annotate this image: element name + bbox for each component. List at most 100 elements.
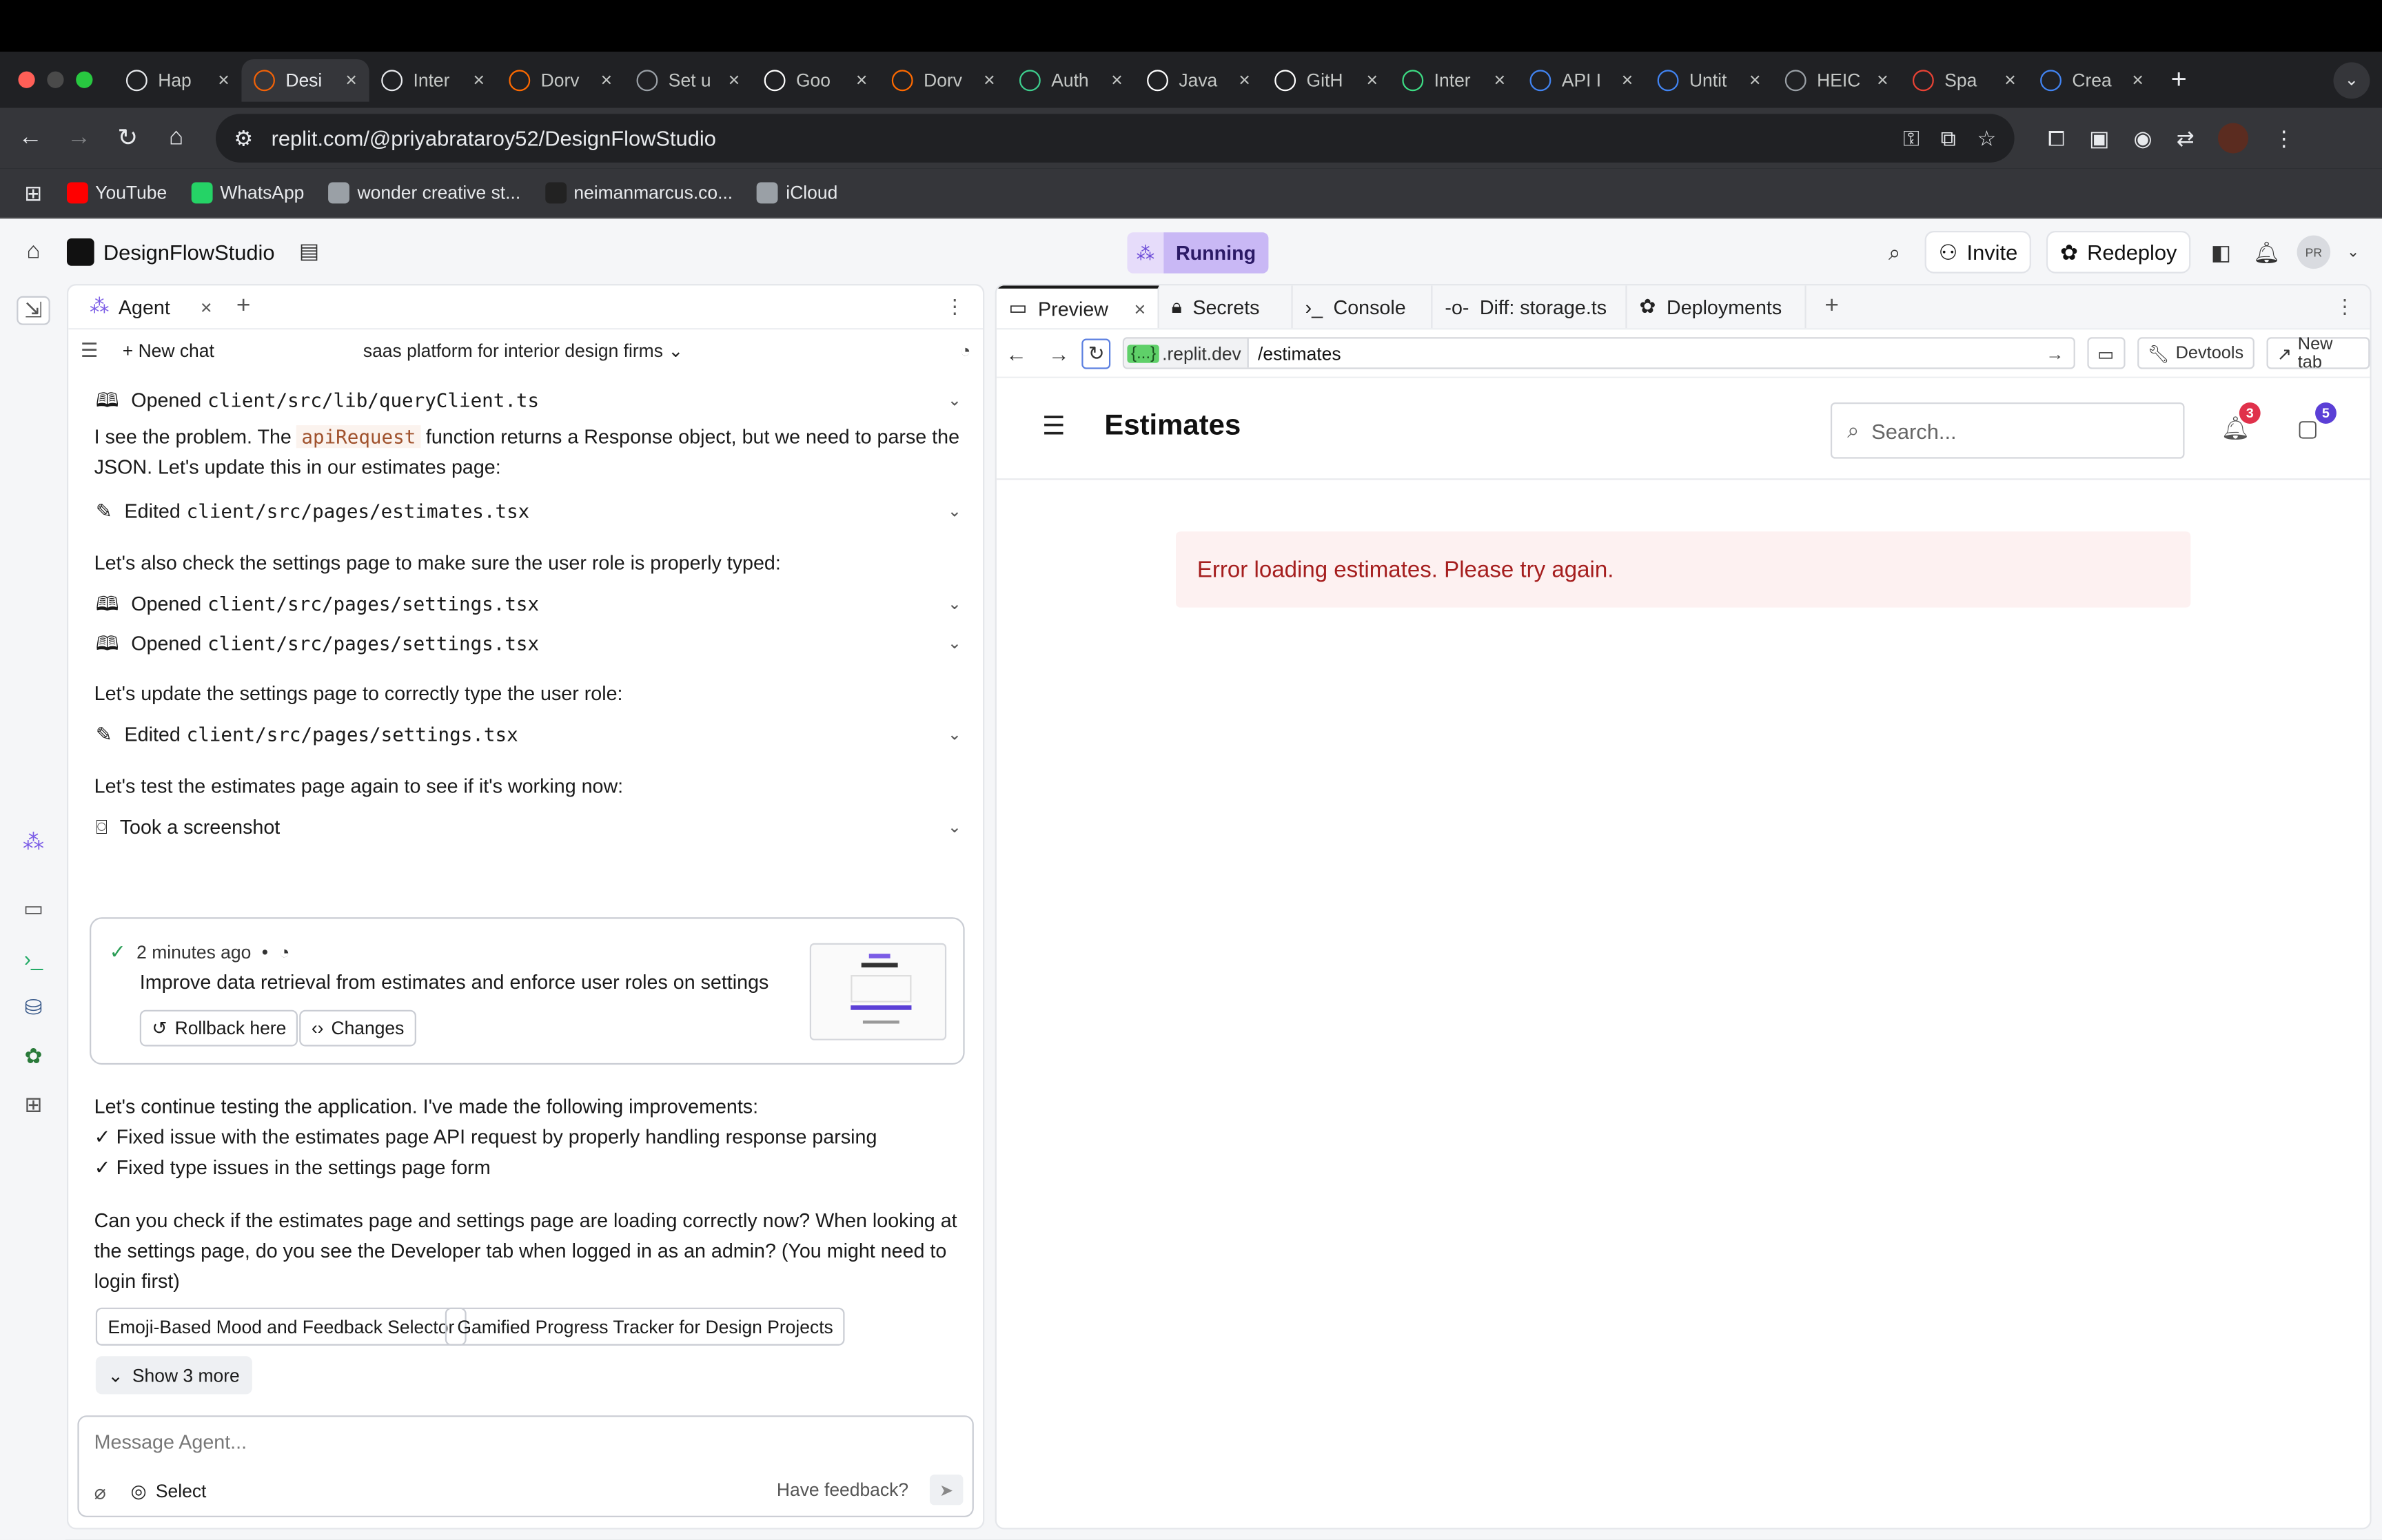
message-input[interactable]: Message Agent... (94, 1430, 247, 1453)
address-url[interactable]: replit.com/@priyabrataroy52/DesignFlowSt… (272, 126, 1885, 150)
browser-tab[interactable]: Dorv × (497, 59, 624, 101)
all-tools-icon[interactable]: ⊞ (17, 1092, 50, 1118)
database-icon[interactable]: ⛁ (17, 995, 50, 1020)
home-icon[interactable]: ⌂ (0, 238, 67, 264)
extensions-icon[interactable]: ⧠ (2048, 125, 2065, 151)
select-button[interactable]: ◎ Select (131, 1481, 207, 1502)
browser-tab[interactable]: Java × (1134, 59, 1262, 101)
bookmark-item[interactable]: neimanmarcus.co... (544, 182, 733, 204)
reload-icon[interactable]: ↻ (1081, 338, 1112, 369)
more-icon[interactable]: ⋮ (2335, 285, 2355, 328)
browser-tab[interactable]: Spa × (1900, 59, 2028, 101)
invite-button[interactable]: ⚇ Invite (1924, 231, 2032, 274)
toggle-icon[interactable]: ◧ (2206, 239, 2236, 265)
site-settings-icon[interactable]: ⚙ (234, 125, 253, 151)
attach-icon[interactable]: ⌀ (94, 1481, 106, 1505)
chevron-down-icon[interactable]: ⌄ (948, 589, 961, 619)
files-icon[interactable]: ⇲ (17, 296, 50, 325)
tab-search-icon[interactable]: ⌄ (2333, 61, 2370, 99)
chat-title-dropdown[interactable]: saas platform for interior design firms … (363, 340, 684, 361)
more-icon[interactable]: ⋮ (945, 295, 965, 319)
tab-deployments[interactable]: ✿ Deployments (1627, 285, 1806, 329)
tab-agent[interactable]: ⁂ Agent × (77, 285, 224, 329)
close-icon[interactable]: × (345, 68, 357, 91)
close-icon[interactable]: × (1239, 68, 1250, 91)
preview-tool-icon[interactable]: ▭ (17, 896, 50, 921)
new-tab-button[interactable]: + (2156, 64, 2202, 96)
browser-menu-icon[interactable]: ⋮ (2273, 125, 2294, 151)
browser-tab[interactable]: API I × (1518, 59, 1645, 101)
back-icon[interactable]: ← (1006, 341, 1027, 365)
browser-tab[interactable]: Inter × (369, 59, 497, 101)
tab-diff[interactable]: -o- Diff: storage.ts (1433, 285, 1627, 329)
bookmark-item[interactable]: WhatsApp (191, 182, 304, 204)
avatar[interactable]: PR (2297, 235, 2331, 269)
tab-console[interactable]: ›_ Console (1293, 285, 1433, 329)
profile-avatar[interactable] (2218, 123, 2249, 154)
device-icon[interactable]: ▭ (2086, 337, 2125, 369)
chevron-down-icon[interactable]: ⌄ (948, 720, 961, 750)
browser-tab[interactable]: Set u × (624, 59, 752, 101)
preview-path[interactable]: /estimates (1249, 342, 2046, 364)
tab-preview[interactable]: ▭ Preview × (996, 285, 1160, 329)
bookmark-item[interactable]: iCloud (757, 182, 837, 204)
show-more-button[interactable]: ⌄ Show 3 more (95, 1356, 252, 1395)
changes-button[interactable]: ‹› Changes (299, 1009, 417, 1047)
browser-tab[interactable]: Desi × (241, 58, 369, 101)
close-icon[interactable]: × (1622, 68, 1633, 91)
run-status[interactable]: ⁂ Running (1127, 232, 1268, 274)
agent-tool-icon[interactable]: ⁂ (17, 829, 50, 854)
chevron-down-icon[interactable]: ⌄ (948, 386, 961, 416)
install-icon[interactable]: ⧉ (1941, 125, 1956, 151)
screenshot-thumbnail[interactable] (809, 943, 947, 1040)
tool-action-row[interactable]: 🕮︎ Opened client/src/pages/settings.tsx … (96, 628, 961, 659)
add-tab-icon[interactable]: + (236, 293, 251, 320)
message-icon[interactable]: ▢ (2297, 415, 2319, 442)
close-icon[interactable]: × (1134, 297, 1146, 320)
tool-action-row[interactable]: ✎ Edited client/src/pages/settings.tsx ⌄ (96, 720, 961, 750)
browser-tab[interactable]: Inter × (1390, 59, 1518, 101)
bookmark-star-icon[interactable]: ☆ (1977, 125, 1996, 151)
close-icon[interactable]: × (601, 68, 613, 91)
new-tab-button[interactable]: ↗ New tab (2266, 335, 2370, 371)
screenshot-icon[interactable]: ◉ (2134, 125, 2152, 151)
console-tool-icon[interactable]: ›_ (17, 946, 50, 970)
browser-tab[interactable]: Untit × (1645, 59, 1773, 101)
address-bar[interactable]: ⚙ replit.com/@priyabrataroy52/DesignFlow… (215, 114, 2015, 163)
browser-tab[interactable]: Crea × (2028, 59, 2155, 101)
tool-action-row[interactable]: ⌼ Took a screenshot ⌄ (96, 812, 961, 843)
close-icon[interactable]: × (1877, 68, 1889, 91)
close-icon[interactable]: × (856, 68, 868, 91)
browser-tab[interactable]: Auth × (1007, 59, 1134, 101)
close-window-button[interactable] (18, 71, 35, 88)
close-icon[interactable]: × (218, 68, 230, 91)
minimize-window-button[interactable] (47, 71, 64, 88)
close-icon[interactable]: × (729, 68, 740, 91)
zoom-window-button[interactable] (76, 71, 93, 88)
feedback-link[interactable]: Have feedback? (777, 1479, 908, 1501)
close-icon[interactable]: × (1494, 68, 1506, 91)
chevron-down-icon[interactable]: ⌄ (948, 812, 961, 843)
send-icon[interactable]: ➤ (929, 1475, 964, 1506)
redeploy-button[interactable]: ✿ Redeploy (2046, 231, 2191, 274)
search-icon[interactable]: ⌕ (1880, 239, 1910, 265)
translate-icon[interactable]: ⇄ (2177, 125, 2195, 151)
sidepanel-icon[interactable]: ▣ (2089, 125, 2109, 151)
reload-icon[interactable]: ↻ (103, 123, 152, 154)
tool-action-row[interactable]: 🕮︎ Opened client/src/lib/queryClient.ts … (96, 386, 961, 416)
close-icon[interactable]: × (2004, 68, 2016, 91)
project-info-icon[interactable]: ▤ (299, 238, 319, 264)
go-arrow-icon[interactable]: → (2046, 342, 2073, 364)
chevron-down-icon[interactable]: ⌄ (948, 628, 961, 659)
chevron-down-icon[interactable]: ⌄ (948, 497, 961, 527)
browser-tab[interactable]: HEIC × (1773, 59, 1900, 101)
gauge-icon[interactable]: ◔ (959, 340, 970, 361)
browser-tab[interactable]: GitH × (1263, 59, 1390, 101)
close-icon[interactable]: × (984, 68, 995, 91)
close-icon[interactable]: × (473, 68, 485, 91)
suggestion-chip[interactable]: Emoji-Based Mood and Feedback Selector (95, 1307, 467, 1346)
forward-icon[interactable]: → (54, 125, 103, 152)
browser-tab[interactable]: Dorv × (879, 59, 1007, 101)
apps-grid-icon[interactable]: ⊞ (24, 180, 42, 205)
browser-tab[interactable]: Goo × (752, 59, 879, 101)
